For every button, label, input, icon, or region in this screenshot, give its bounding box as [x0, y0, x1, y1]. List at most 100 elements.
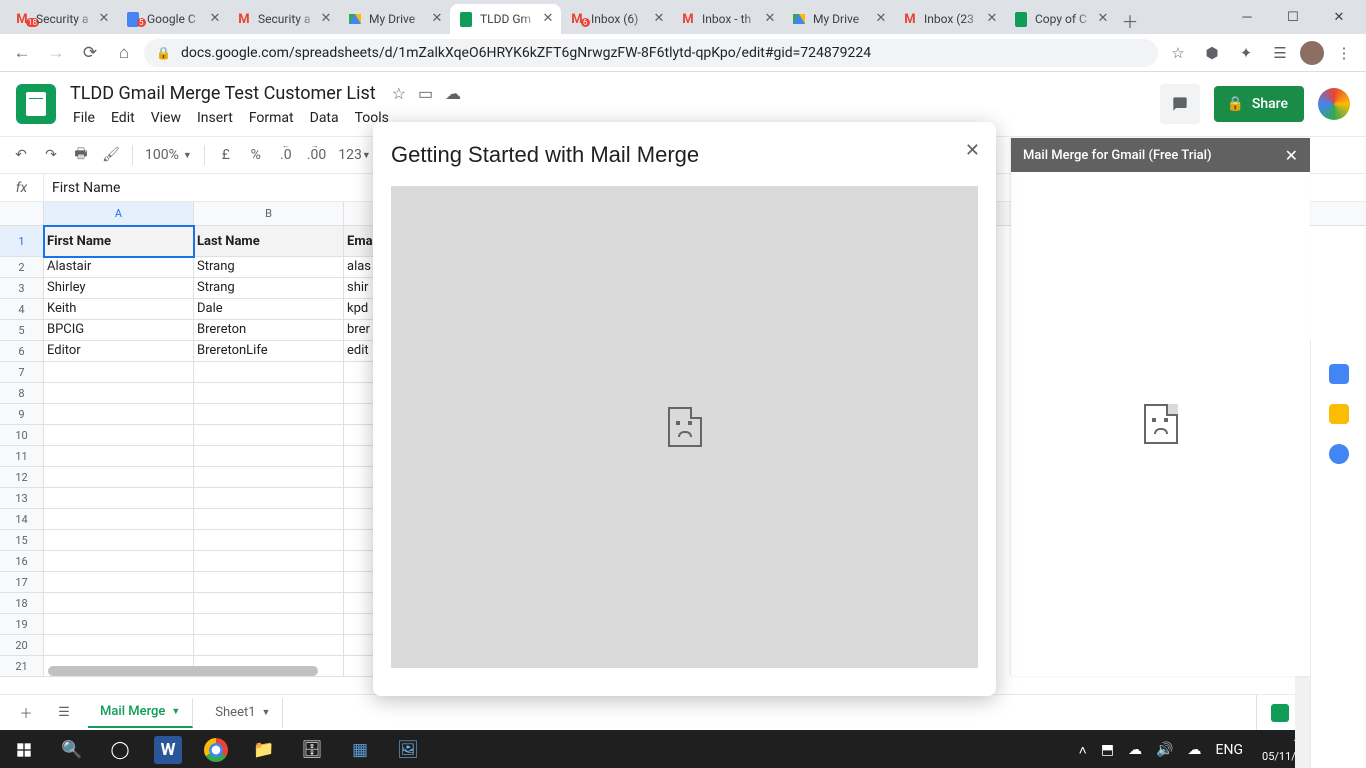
- cell[interactable]: [44, 593, 194, 614]
- tab-close-icon[interactable]: ✕: [319, 12, 333, 26]
- browser-tab[interactable]: MInbox (23✕: [894, 4, 1005, 34]
- browser-tab[interactable]: My Drive✕: [339, 4, 450, 34]
- row-header-7[interactable]: 7: [0, 362, 44, 383]
- currency-button[interactable]: £: [213, 142, 239, 168]
- row-header-18[interactable]: 18: [0, 593, 44, 614]
- row-header-2[interactable]: 2: [0, 257, 44, 278]
- cell[interactable]: BPCIG: [44, 320, 194, 341]
- browser-tab[interactable]: MSecurity a✕: [228, 4, 339, 34]
- formula-input[interactable]: First Name: [44, 180, 128, 196]
- share-button[interactable]: 🔒 Share: [1214, 86, 1304, 122]
- tab-close-icon[interactable]: ✕: [541, 12, 555, 26]
- cell[interactable]: Editor: [44, 341, 194, 362]
- explorer-app-icon[interactable]: 📁: [240, 730, 288, 768]
- browser-tab[interactable]: M6Inbox (6)✕: [561, 4, 672, 34]
- tab-close-icon[interactable]: ✕: [1096, 12, 1110, 26]
- cell[interactable]: [44, 467, 194, 488]
- browser-tab[interactable]: TLDD Gm✕: [450, 4, 561, 34]
- menu-edit[interactable]: Edit: [104, 108, 142, 128]
- browser-tab[interactable]: 5Google C✕: [117, 4, 228, 34]
- document-title[interactable]: TLDD Gmail Merge Test Customer List: [66, 81, 380, 106]
- cell[interactable]: Shirley: [44, 278, 194, 299]
- dropbox-tray-icon[interactable]: ⬒: [1098, 742, 1117, 758]
- tray-chevron-icon[interactable]: ˄: [1076, 742, 1090, 759]
- row-header-21[interactable]: 21: [0, 656, 44, 677]
- browser-tab[interactable]: MInbox - th✕: [672, 4, 783, 34]
- cell[interactable]: Strang: [194, 257, 344, 278]
- cell[interactable]: Alastair: [44, 257, 194, 278]
- row-header-8[interactable]: 8: [0, 383, 44, 404]
- redo-button[interactable]: ↷: [38, 142, 64, 168]
- cell[interactable]: [44, 572, 194, 593]
- cell[interactable]: [194, 593, 344, 614]
- row-header-6[interactable]: 6: [0, 341, 44, 362]
- zoom-select[interactable]: 100% ▼: [141, 147, 196, 163]
- row-header-13[interactable]: 13: [0, 488, 44, 509]
- cell[interactable]: [44, 614, 194, 635]
- url-input[interactable]: 🔒 docs.google.com/spreadsheets/d/1mZalkX…: [144, 39, 1158, 67]
- row-header-10[interactable]: 10: [0, 425, 44, 446]
- browser-tab[interactable]: M18Security a✕: [6, 4, 117, 34]
- keep-icon[interactable]: [1329, 404, 1349, 424]
- browser-tab[interactable]: My Drive✕: [783, 4, 894, 34]
- print-button[interactable]: 🖶: [68, 142, 94, 168]
- menu-file[interactable]: File: [66, 108, 102, 128]
- row-header-5[interactable]: 5: [0, 320, 44, 341]
- calendar-icon[interactable]: [1329, 364, 1349, 384]
- bookmark-star-icon[interactable]: ☆: [1164, 39, 1192, 67]
- percent-button[interactable]: %: [243, 142, 269, 168]
- increase-decimal-button[interactable]: .00→: [303, 142, 330, 168]
- sheets-logo-icon[interactable]: [16, 84, 56, 124]
- tab-close-icon[interactable]: ✕: [208, 12, 222, 26]
- cell[interactable]: [194, 425, 344, 446]
- cortana-button[interactable]: ◯: [96, 730, 144, 768]
- network-tray-icon[interactable]: ☁: [1185, 742, 1205, 758]
- tasks-icon[interactable]: [1329, 444, 1349, 464]
- cell[interactable]: [194, 446, 344, 467]
- extension-shield-icon[interactable]: ⬢: [1198, 39, 1226, 67]
- select-all-corner[interactable]: [0, 202, 44, 225]
- cell[interactable]: [44, 509, 194, 530]
- move-icon[interactable]: ▭: [418, 84, 433, 103]
- sheet-tab-mail-merge[interactable]: Mail Merge▼: [88, 698, 193, 728]
- browser-tab[interactable]: Copy of C✕: [1005, 4, 1116, 34]
- cell[interactable]: [44, 530, 194, 551]
- tab-close-icon[interactable]: ✕: [985, 12, 999, 26]
- cell[interactable]: [194, 635, 344, 656]
- cloud-status-icon[interactable]: ☁: [445, 84, 461, 103]
- menu-insert[interactable]: Insert: [190, 108, 240, 128]
- row-header-19[interactable]: 19: [0, 614, 44, 635]
- cell[interactable]: [44, 635, 194, 656]
- search-button[interactable]: 🔍: [48, 730, 96, 768]
- modal-close-button[interactable]: ✕: [965, 140, 980, 161]
- photos-app-icon[interactable]: 🖼: [384, 730, 432, 768]
- cell[interactable]: Keith: [44, 299, 194, 320]
- chrome-app-icon[interactable]: [192, 730, 240, 768]
- cell[interactable]: [44, 446, 194, 467]
- tab-close-icon[interactable]: ✕: [874, 12, 888, 26]
- add-sheet-button[interactable]: ＋: [12, 699, 40, 727]
- chrome-menu-icon[interactable]: ⋮: [1330, 39, 1358, 67]
- cell[interactable]: Dale: [194, 299, 344, 320]
- reading-list-icon[interactable]: ☰: [1266, 39, 1294, 67]
- profile-avatar[interactable]: [1300, 41, 1324, 65]
- home-button[interactable]: ⌂: [110, 39, 138, 67]
- cell[interactable]: BreretonLife: [194, 341, 344, 362]
- row-header-20[interactable]: 20: [0, 635, 44, 656]
- cell[interactable]: [194, 551, 344, 572]
- number-format-button[interactable]: 123▼: [334, 142, 375, 168]
- cell-header[interactable]: Last Name: [194, 226, 344, 257]
- close-window-button[interactable]: ✕: [1316, 0, 1362, 34]
- cell[interactable]: [44, 425, 194, 446]
- cell[interactable]: [194, 362, 344, 383]
- cell[interactable]: [194, 467, 344, 488]
- start-button[interactable]: [0, 730, 48, 768]
- row-header-1[interactable]: 1: [0, 226, 44, 257]
- decrease-decimal-button[interactable]: .0←: [273, 142, 299, 168]
- cell[interactable]: [194, 614, 344, 635]
- cell[interactable]: [194, 509, 344, 530]
- extensions-puzzle-icon[interactable]: ✦: [1232, 39, 1260, 67]
- minimize-button[interactable]: ─: [1224, 0, 1270, 34]
- onedrive-tray-icon[interactable]: ☁: [1125, 742, 1145, 758]
- addon-close-button[interactable]: ✕: [1285, 146, 1298, 165]
